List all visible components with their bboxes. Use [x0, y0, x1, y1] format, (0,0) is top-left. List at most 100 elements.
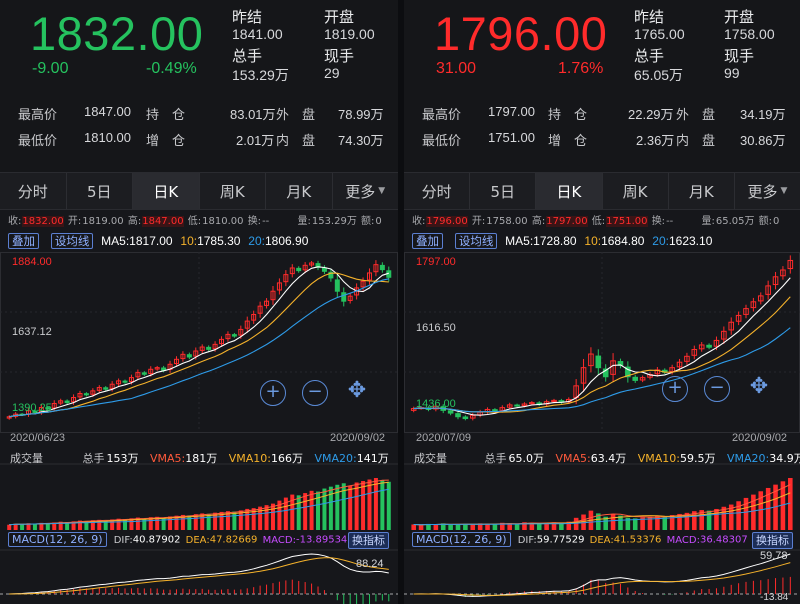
vma5-label: VMA5:: [150, 452, 186, 465]
switch-indicator-button[interactable]: 换指标: [348, 532, 389, 549]
ma10-value: 1785.30: [197, 234, 241, 248]
dea-label: DEA:: [589, 534, 614, 546]
amount-value: 0: [773, 216, 780, 227]
ma20-value: 1623.10: [668, 234, 713, 248]
volume-bar: [303, 493, 308, 530]
ma20-line: [413, 327, 791, 413]
volume-bar: [32, 523, 37, 530]
ma10-line: [9, 272, 389, 418]
macd-top-label: 59.78: [760, 550, 788, 562]
period-tabs: 分时 5日 日K 周K 月K 更多 ▼: [404, 172, 800, 210]
zoom-in-icon[interactable]: +: [662, 376, 688, 402]
volume-bar: [45, 523, 50, 530]
dea-line: [413, 562, 791, 596]
left-quote-panel: 1832.00 -9.00 -0.49% 昨结 1841.00 开盘 1819.…: [0, 0, 398, 604]
ma5-value: 1817.00: [129, 234, 173, 248]
candlestick-chart[interactable]: [0, 252, 398, 604]
move-arrows-icon[interactable]: ✥: [344, 380, 370, 406]
overlay-button[interactable]: 叠加: [412, 233, 443, 249]
kline-chart-area[interactable]: [404, 252, 800, 604]
open-label: 开盘: [724, 8, 755, 26]
tab-intraday[interactable]: 分时: [404, 173, 471, 209]
candle: [122, 380, 128, 383]
macd-value-label: MACD:: [262, 534, 296, 546]
volume-title: 成交量: [414, 452, 447, 465]
zoom-in-icon[interactable]: +: [260, 380, 286, 406]
prev-close-value: 1765.00: [634, 26, 685, 42]
tab-5day[interactable]: 5日: [470, 173, 537, 209]
tab-monthly-k[interactable]: 月K: [266, 173, 333, 209]
ma20-value: 1806.90: [264, 234, 309, 248]
volume-bar: [206, 513, 211, 530]
vol-total-value: 153万: [106, 452, 139, 465]
volume-info-line: 成交量 总手 65.0万 VMA5:63.4万 VMA10:59.5万 VMA20…: [404, 450, 800, 466]
dif-line: [413, 553, 791, 597]
date-start: 2020/07/09: [416, 432, 472, 444]
dea-label: DEA:: [185, 534, 210, 546]
low-label: 最低价: [18, 134, 58, 149]
total-volume-label: 总手: [232, 47, 263, 65]
kline-chart-area[interactable]: [0, 252, 398, 604]
close-label: 收:: [8, 216, 22, 227]
tab-more[interactable]: 更多 ▼: [333, 173, 399, 209]
ma10-line: [413, 296, 791, 413]
volume-bar: [328, 486, 333, 530]
oi-change-value: 2.36万: [636, 133, 675, 148]
turnover-label: 换:: [651, 216, 666, 227]
open-info-value: 1819.00: [82, 216, 124, 227]
caret-down-icon: ▼: [780, 186, 788, 196]
overlay-button[interactable]: 叠加: [8, 233, 39, 249]
min-price-label: 1390.25: [12, 402, 52, 414]
candle: [514, 404, 520, 407]
ma-settings-button[interactable]: 设均线: [50, 233, 94, 249]
ma5-label: MA5:: [505, 234, 534, 248]
volume-bar: [322, 488, 327, 530]
tab-daily-k[interactable]: 日K: [133, 173, 200, 209]
oi-change-label: 增 仓: [548, 134, 588, 149]
macd-value-label: MACD:: [666, 534, 700, 546]
tab-5day[interactable]: 5日: [67, 173, 133, 209]
volume-info-label: 量:: [297, 216, 311, 227]
macd-button[interactable]: MACD(12, 26, 9): [8, 532, 107, 547]
volume-bar: [232, 511, 237, 530]
vol-total-label: 总手: [82, 452, 105, 465]
tab-monthly-k[interactable]: 月K: [669, 173, 735, 209]
vma20-label: VMA20:: [314, 452, 357, 465]
move-arrows-icon[interactable]: ✥: [746, 376, 772, 402]
zoom-out-icon[interactable]: −: [302, 380, 328, 406]
turnover-value: --: [262, 216, 270, 227]
ma-settings-button[interactable]: 设均线: [454, 233, 498, 249]
tab-daily-k[interactable]: 日K: [536, 173, 603, 209]
tab-weekly-k[interactable]: 周K: [603, 173, 669, 209]
tab-more[interactable]: 更多 ▼: [735, 173, 800, 209]
volume-bar: [514, 523, 520, 530]
high-info-value: 1847.00: [142, 216, 184, 227]
candle: [447, 410, 454, 414]
volume-bar: [258, 506, 263, 530]
price-change: -9.00: [32, 60, 69, 77]
tab-intraday[interactable]: 分时: [0, 173, 67, 209]
candle: [296, 267, 302, 272]
inner-volume-label: 内 盘: [276, 134, 316, 149]
dif-value: 40.87902: [132, 534, 181, 546]
low-value: 1810.00: [84, 130, 131, 145]
prev-close-value: 1841.00: [232, 26, 283, 42]
price-change-pct: 1.76%: [558, 60, 604, 77]
volume-title: 成交量: [10, 452, 43, 465]
total-volume-value: 153.29万: [232, 67, 289, 83]
low-info-label: 低:: [591, 216, 606, 227]
outer-volume-value: 34.19万: [740, 107, 786, 122]
current-volume-label: 现手: [724, 47, 755, 65]
turnover-value: --: [666, 216, 674, 227]
candle: [64, 400, 70, 403]
quote-header: 1796.00 31.00 1.76% 昨结 1765.00 开盘 1758.0…: [404, 0, 800, 172]
macd-button[interactable]: MACD(12, 26, 9): [412, 532, 511, 547]
current-volume-value: 99: [724, 65, 740, 81]
zoom-out-icon[interactable]: −: [704, 376, 730, 402]
volume-bar: [492, 524, 498, 530]
candlestick-chart[interactable]: [404, 252, 800, 604]
switch-indicator-button[interactable]: 换指标: [752, 532, 793, 549]
volume-bar: [448, 525, 453, 530]
volume-bar: [309, 490, 314, 530]
tab-weekly-k[interactable]: 周K: [200, 173, 266, 209]
